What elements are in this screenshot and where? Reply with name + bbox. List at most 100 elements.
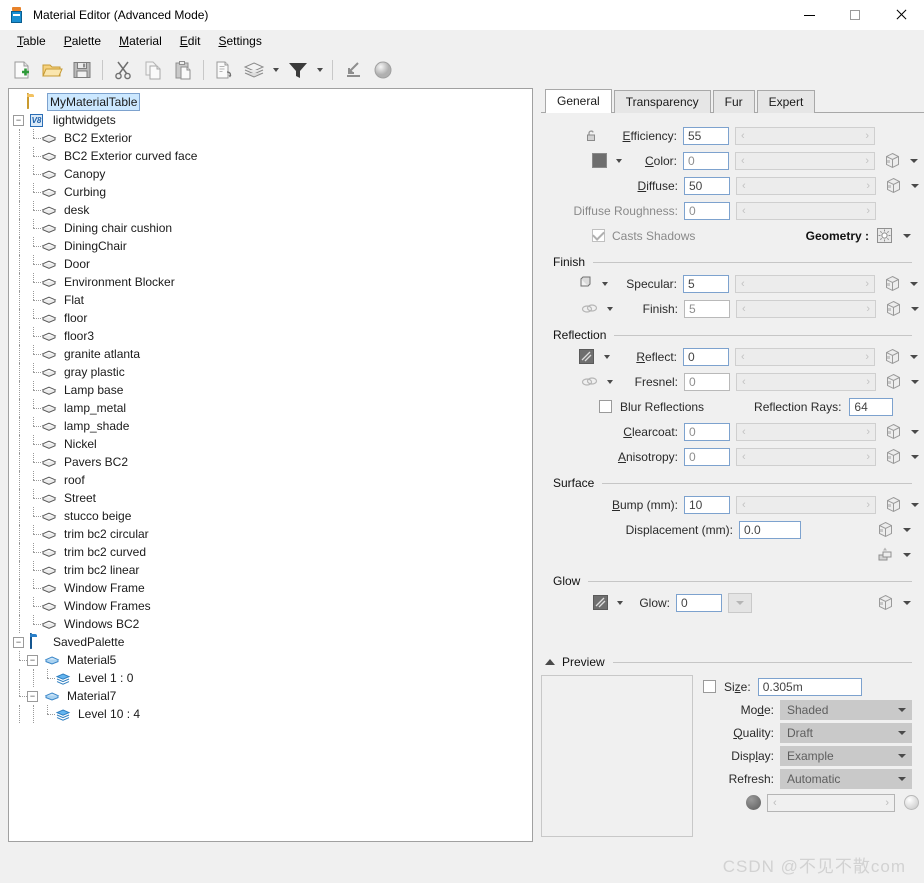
tree-expander[interactable]: − bbox=[13, 114, 24, 126]
tree-expander[interactable]: − bbox=[13, 636, 24, 648]
color-texture-dropdown[interactable] bbox=[907, 158, 921, 163]
tree-item[interactable]: lamp_metal bbox=[9, 399, 532, 417]
slider-left-arrow[interactable]: ‹ bbox=[741, 130, 745, 142]
slider-right-arrow[interactable]: › bbox=[865, 351, 869, 363]
triangle-up-icon[interactable] bbox=[545, 659, 555, 665]
geometry-dropdown-button[interactable] bbox=[900, 233, 914, 238]
blur-reflections-checkbox[interactable] bbox=[599, 400, 612, 413]
preview-group-header[interactable]: Preview bbox=[545, 655, 924, 669]
reflection-rays-input[interactable]: 64 bbox=[849, 397, 894, 416]
reload-document-button[interactable] bbox=[210, 56, 238, 84]
bump-input[interactable]: 10 bbox=[684, 495, 730, 514]
slider-right-arrow[interactable]: › bbox=[866, 205, 870, 217]
close-button[interactable] bbox=[878, 0, 924, 30]
slider-left-arrow[interactable]: ‹ bbox=[741, 351, 745, 363]
slider-right-arrow[interactable]: › bbox=[866, 451, 870, 463]
hatch-swatch-icon[interactable] bbox=[593, 595, 608, 610]
finish-input[interactable]: 5 bbox=[684, 299, 730, 318]
tree-item[interactable]: granite atlanta bbox=[9, 345, 532, 363]
tree-item[interactable]: desk bbox=[9, 201, 532, 219]
new-table-button[interactable] bbox=[8, 56, 36, 84]
tree-item[interactable]: stucco beige bbox=[9, 507, 532, 525]
glow-dropdown-button[interactable] bbox=[614, 600, 626, 605]
save-button[interactable] bbox=[68, 56, 96, 84]
tree-item[interactable]: floor bbox=[9, 309, 532, 327]
tree-item[interactable]: Level 1 : 0 bbox=[9, 669, 532, 687]
efficiency-slider[interactable]: ‹ › bbox=[735, 126, 875, 145]
slider-left-arrow[interactable]: ‹ bbox=[742, 376, 746, 388]
displacement-map-dropdown[interactable] bbox=[900, 552, 914, 557]
slider-right-arrow[interactable]: › bbox=[865, 278, 869, 290]
cube-icon[interactable] bbox=[885, 300, 902, 317]
paste-button[interactable] bbox=[169, 56, 197, 84]
open-button[interactable] bbox=[38, 56, 66, 84]
tree-expander[interactable]: − bbox=[27, 654, 38, 666]
specular-slider[interactable]: ‹ › bbox=[735, 274, 875, 293]
finish-dropdown-button[interactable] bbox=[604, 306, 616, 311]
clearcoat-input[interactable]: 0 bbox=[684, 422, 730, 441]
fresnel-texture-dropdown[interactable] bbox=[908, 379, 922, 384]
tree-item[interactable]: − Material5 bbox=[9, 651, 532, 669]
slider-left-arrow[interactable]: ‹ bbox=[742, 451, 746, 463]
color-slider[interactable]: ‹ › bbox=[735, 151, 875, 170]
specular-dropdown-button[interactable] bbox=[599, 281, 611, 286]
diffuse-roughness-slider[interactable]: ‹ › bbox=[736, 201, 876, 220]
cube-icon[interactable] bbox=[885, 496, 902, 513]
diffuse-slider[interactable]: ‹ › bbox=[736, 176, 876, 195]
slider-left-arrow[interactable]: ‹ bbox=[742, 205, 746, 217]
material-tree[interactable]: MyMaterialTable − V8 lightwidgets BC2 Exteri… bbox=[9, 89, 532, 723]
finish-slider[interactable]: ‹ › bbox=[736, 299, 876, 318]
tree-item[interactable]: Lamp base bbox=[9, 381, 532, 399]
cube-icon[interactable] bbox=[877, 521, 894, 538]
displacement-input[interactable]: 0.0 bbox=[739, 520, 801, 539]
tree-item[interactable]: lamp_shade bbox=[9, 417, 532, 435]
glow-texture-dropdown[interactable] bbox=[900, 600, 914, 605]
bump-texture-dropdown[interactable] bbox=[908, 502, 922, 507]
efficiency-input[interactable]: 55 bbox=[683, 126, 729, 145]
slider-right-arrow[interactable]: › bbox=[866, 499, 870, 511]
cube-icon[interactable] bbox=[877, 594, 894, 611]
glow-expand-button[interactable] bbox=[728, 592, 752, 613]
slider-left-arrow[interactable]: ‹ bbox=[742, 303, 746, 315]
geometry-icon[interactable] bbox=[876, 227, 893, 244]
clearcoat-slider[interactable]: ‹ › bbox=[736, 422, 876, 441]
tree-item[interactable]: Door bbox=[9, 255, 532, 273]
tab-general[interactable]: General bbox=[545, 89, 612, 113]
layers-dropdown-button[interactable] bbox=[270, 56, 282, 84]
layers-button[interactable] bbox=[240, 56, 268, 84]
slider-left-arrow[interactable]: ‹ bbox=[742, 499, 746, 511]
tree-item[interactable]: BC2 Exterior curved face bbox=[9, 147, 532, 165]
tree-item[interactable]: − SavedPalette bbox=[9, 633, 532, 651]
slider-right-arrow[interactable]: › bbox=[866, 303, 870, 315]
chain-icon[interactable] bbox=[581, 302, 598, 315]
material-tree-panel[interactable]: MyMaterialTable − V8 lightwidgets BC2 Exteri… bbox=[8, 88, 533, 842]
menu-material[interactable]: Material bbox=[110, 31, 171, 51]
cut-button[interactable] bbox=[109, 56, 137, 84]
anisotropy-slider[interactable]: ‹ › bbox=[736, 447, 876, 466]
tree-item[interactable]: trim bc2 curved bbox=[9, 543, 532, 561]
slider-right-arrow[interactable]: › bbox=[866, 376, 870, 388]
tab-fur[interactable]: Fur bbox=[712, 90, 755, 113]
hatch-swatch-icon[interactable] bbox=[579, 349, 594, 364]
slider-right-arrow[interactable]: › bbox=[865, 155, 869, 167]
slider-right-arrow[interactable]: › bbox=[865, 130, 869, 142]
preview-size-checkbox[interactable] bbox=[703, 680, 716, 693]
reflect-slider[interactable]: ‹ › bbox=[735, 347, 875, 366]
tree-item[interactable]: Flat bbox=[9, 291, 532, 309]
preview-refresh-select[interactable]: Automatic bbox=[780, 768, 912, 789]
menu-settings[interactable]: Settings bbox=[209, 31, 270, 51]
cube-icon[interactable] bbox=[884, 275, 901, 292]
tree-item[interactable]: Canopy bbox=[9, 165, 532, 183]
slider-right-arrow[interactable]: › bbox=[866, 180, 870, 192]
tree-item[interactable]: floor3 bbox=[9, 327, 532, 345]
cube-icon[interactable] bbox=[885, 177, 902, 194]
filter-button[interactable] bbox=[284, 56, 312, 84]
tree-expander[interactable]: − bbox=[27, 690, 38, 702]
minimize-button[interactable] bbox=[786, 0, 832, 30]
menu-edit[interactable]: Edit bbox=[171, 31, 210, 51]
fresnel-input[interactable]: 0 bbox=[684, 372, 730, 391]
tree-item[interactable]: Pavers BC2 bbox=[9, 453, 532, 471]
preview-size-input[interactable]: 0.305m bbox=[757, 677, 862, 696]
menu-palette[interactable]: Palette bbox=[55, 31, 110, 51]
preview-display-select[interactable]: Example bbox=[780, 745, 912, 766]
